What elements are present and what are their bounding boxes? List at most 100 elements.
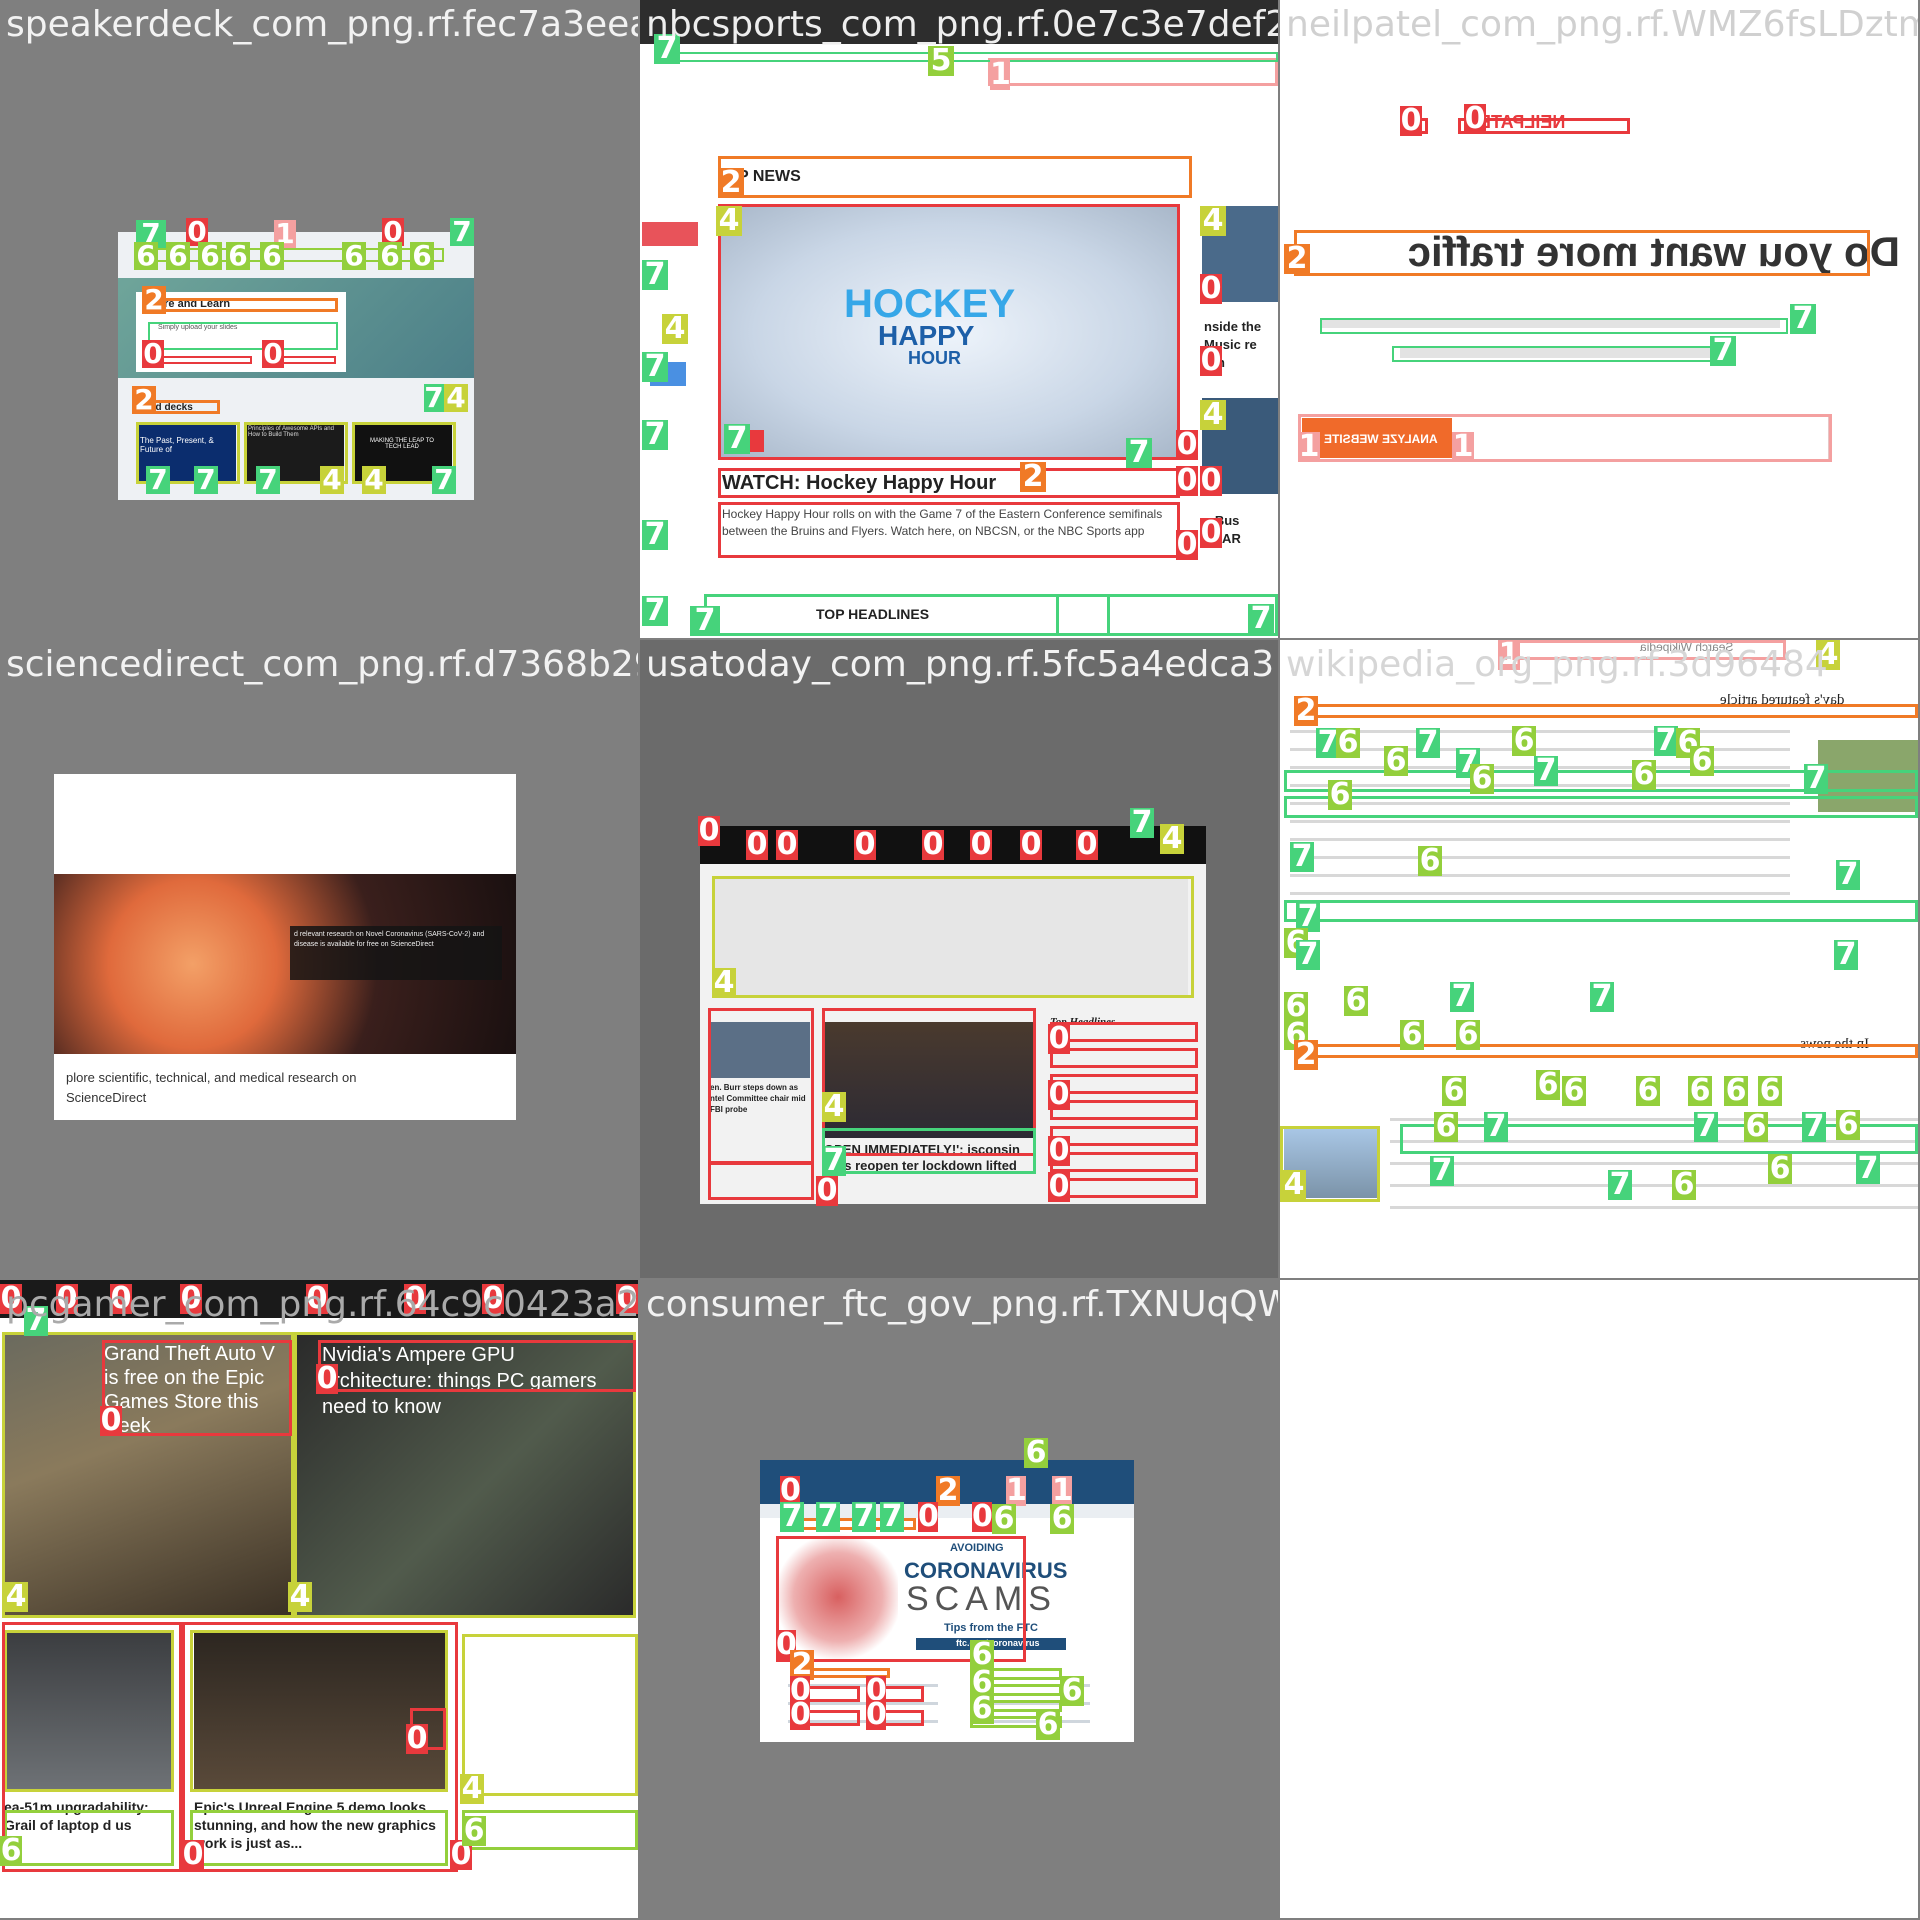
anno-label: 6 <box>1434 1109 1458 1144</box>
anno-label: 0 <box>142 337 164 370</box>
anno-box <box>1294 230 1870 276</box>
tile-nbcsports: nbcsports_com_png.rf.0e7c3e7def217 P NEW… <box>640 0 1278 638</box>
anno-label: 7 <box>1710 336 1736 366</box>
anno-box <box>1050 1048 1198 1068</box>
anno-label: 6 <box>1768 1151 1792 1186</box>
anno-label: 6 <box>1758 1073 1782 1108</box>
anno-box <box>102 1340 292 1436</box>
anno-label: 4 <box>1200 206 1226 236</box>
anno-label: 0 <box>972 1499 993 1534</box>
anno-label: 0 <box>1076 827 1098 862</box>
anno-label: 1 <box>1452 429 1474 464</box>
anno-box <box>1050 1126 1198 1146</box>
anno-box <box>1056 594 1278 636</box>
anno-label: 7 <box>1130 805 1154 840</box>
anno-box <box>160 356 252 364</box>
anno-label: 6 <box>198 242 222 270</box>
anno-label: 0 <box>816 1173 838 1208</box>
anno-label: 7 <box>780 1499 804 1534</box>
anno-label: 7 <box>1856 1151 1880 1186</box>
anno-label: 6 <box>1632 757 1656 792</box>
anno-box <box>1050 1022 1198 1042</box>
anno-label: 6 <box>1724 1073 1748 1108</box>
anno-label: 6 <box>1744 1109 1768 1144</box>
anno-label: 2 <box>142 286 166 314</box>
anno-label: 1 <box>990 57 1011 92</box>
anno-label: 7 <box>1296 937 1320 972</box>
anno-box <box>1284 796 1918 818</box>
anno-label: 7 <box>1790 304 1816 334</box>
anno-label: 7 <box>880 1499 904 1534</box>
anno-label: 4 <box>1200 400 1226 430</box>
anno-box <box>708 1162 814 1200</box>
anno-label: 0 <box>854 827 876 862</box>
anno-label: 0 <box>406 1721 428 1756</box>
anno-label: 0 <box>1200 463 1222 498</box>
tile-label: nbcsports_com_png.rf.0e7c3e7def217 <box>646 4 1278 45</box>
anno-label: 7 <box>1834 937 1858 972</box>
anno-box <box>144 298 338 312</box>
anno-box <box>718 204 1180 460</box>
anno-label: 6 <box>1672 1167 1696 1202</box>
sciencedirect-notice: d relevant research on Novel Coronavirus… <box>294 931 485 948</box>
tile-label: wikipedia_org_png.rf.3d96484 <box>1286 644 1828 685</box>
anno-label: 7 <box>816 1499 840 1534</box>
tile-label: consumer_ftc_gov_png.rf.TXNUqQWwpzHg8vPL <box>646 1284 1278 1325</box>
tile-label: pcgamer_com_png.rf.64c9c0423a2f3381 <box>6 1284 638 1325</box>
anno-label: 7 <box>642 420 668 450</box>
anno-label: 2 <box>1294 693 1318 728</box>
anno-label: 0 <box>970 827 992 862</box>
anno-box <box>664 52 1278 62</box>
anno-label: 1 <box>1298 429 1320 464</box>
anno-label: 7 <box>1450 979 1474 1014</box>
anno-box <box>462 1810 638 1850</box>
anno-label: 6 <box>1400 1017 1424 1052</box>
anno-box <box>718 502 1180 558</box>
anno-label: 4 <box>288 1579 312 1614</box>
tile-neilpatel: neilpatel_com_png.rf.WMZ6fsLDztmg NEILPA… <box>1280 0 1918 638</box>
anno-label: 7 <box>256 466 280 494</box>
anno-label: 6 <box>410 242 434 270</box>
anno-label: 6 <box>992 1501 1016 1536</box>
anno-box <box>280 356 336 364</box>
anno-label: 7 <box>1804 761 1828 796</box>
anno-label: 6 <box>1344 983 1368 1018</box>
anno-label: 0 <box>918 1499 939 1534</box>
anno-label: 2 <box>1284 244 1310 274</box>
anno-label: 7 <box>1836 857 1860 892</box>
anno-label: 7 <box>1590 979 1614 1014</box>
anno-box <box>1050 1074 1198 1094</box>
anno-label: 0 <box>262 337 284 370</box>
nbc-left-accent <box>642 222 698 246</box>
anno-label: 0 <box>1176 463 1198 498</box>
anno-label: 0 <box>790 1697 811 1732</box>
anno-label: 0 <box>316 1361 338 1396</box>
anno-label: 7 <box>432 466 456 494</box>
anno-label: 0 <box>1200 343 1222 378</box>
anno-label: 2 <box>1020 462 1046 492</box>
anno-label: 6 <box>1036 1707 1060 1742</box>
anno-label: 4 <box>4 1579 28 1614</box>
anno-label: 0 <box>1020 827 1042 862</box>
anno-label: 6 <box>1470 761 1494 796</box>
anno-label: 6 <box>260 242 284 270</box>
anno-label: 7 <box>1694 1109 1718 1144</box>
anno-label: 6 <box>1536 1067 1560 1102</box>
anno-box <box>148 322 338 350</box>
anno-label: 7 <box>642 520 668 550</box>
anno-label: 0 <box>182 1837 204 1872</box>
anno-label: 6 <box>1050 1501 1074 1536</box>
tile-label: usatoday_com_png.rf.5fc5a4edca319 <box>646 644 1278 685</box>
anno-label: 6 <box>1442 1073 1466 1108</box>
anno-label: 4 <box>320 466 344 494</box>
anno-label: 7 <box>1248 604 1274 634</box>
anno-label: 7 <box>450 218 474 246</box>
anno-label: 4 <box>460 1771 484 1806</box>
anno-label: 7 <box>1534 753 1558 788</box>
anno-label: 6 <box>1060 1673 1084 1708</box>
anno-label: 0 <box>1048 1169 1070 1204</box>
anno-label: 6 <box>1836 1107 1860 1142</box>
anno-label: 0 <box>1400 103 1422 138</box>
anno-label: 2 <box>132 386 156 414</box>
tile-sciencedirect: sciencedirect_com_png.rf.d7368b29a52f55 … <box>0 640 638 1278</box>
